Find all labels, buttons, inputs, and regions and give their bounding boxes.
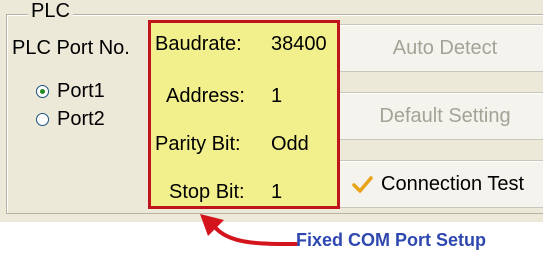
address-label: Address: [166, 85, 245, 107]
radio-button-checked[interactable] [36, 84, 49, 98]
callout-arrow-icon [200, 214, 298, 246]
auto-detect-button[interactable]: Auto Detect [338, 24, 543, 72]
plc-port-label: PLC Port No. [12, 37, 130, 59]
radio-port2[interactable]: Port2 [36, 108, 105, 130]
radio-port2-label: Port2 [57, 108, 105, 130]
default-setting-button[interactable]: Default Setting [338, 92, 543, 140]
stopbit-value: 1 [271, 181, 283, 203]
baudrate-value: 38400 [271, 33, 327, 55]
plc-settings-panel: PLC PLC Port No. Port1 Port2 Auto Detect… [0, 0, 543, 222]
parity-label: Parity Bit: [155, 133, 241, 155]
connection-test-label: Connection Test [381, 172, 525, 195]
radio-port1[interactable]: Port1 [36, 80, 105, 102]
radio-button-unchecked[interactable] [36, 112, 49, 126]
radio-port1-label: Port1 [57, 80, 105, 102]
parity-value: Odd [271, 133, 309, 155]
stopbit-label: Stop Bit: [169, 181, 245, 203]
annotation-caption: Fixed COM Port Setup [296, 230, 487, 250]
baudrate-label: Baudrate: [155, 33, 242, 55]
checkmark-icon [352, 176, 373, 193]
group-title: PLC [28, 0, 73, 22]
fixed-com-settings-highlight: Baudrate: 38400 Address: 1 Parity Bit: O… [148, 20, 340, 209]
connection-test-button[interactable]: Connection Test [338, 160, 543, 208]
address-value: 1 [271, 85, 283, 107]
